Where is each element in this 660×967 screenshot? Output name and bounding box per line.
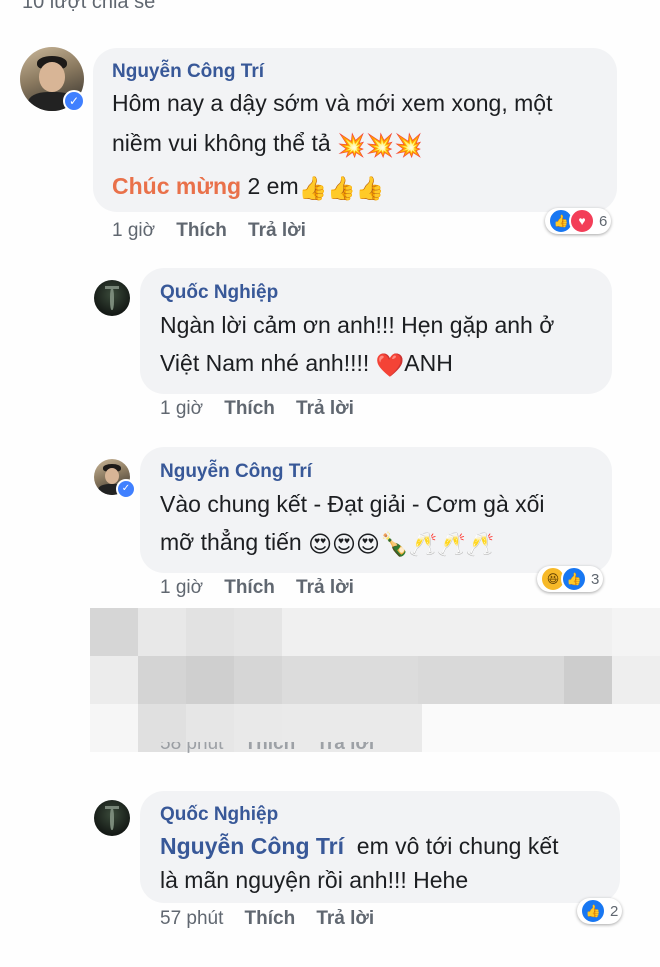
pixelated-comment — [90, 608, 660, 758]
comment-meta: 57 phút Thích Trả lời — [160, 908, 374, 930]
comment-text: Việt Nam nhé anh!!!! — [160, 350, 376, 376]
like-button[interactable]: Thích — [245, 742, 296, 754]
reply-button[interactable]: Trả lời — [316, 742, 374, 754]
comment-text-line: niềm vui không thể tả 💥💥💥 — [112, 125, 423, 164]
comment-text-line: Ngàn lời cảm ơn anh!!! Hẹn gặp anh ở — [160, 307, 554, 344]
verified-badge-icon: ✓ — [116, 479, 136, 499]
comment-meta: 58 phút Thích Trả lời — [160, 742, 374, 760]
comment-text: ANH — [404, 350, 453, 376]
comment-time[interactable]: 57 phút — [160, 908, 223, 929]
comment-text-line: Chúc mừng 2 em👍👍👍 — [112, 168, 385, 207]
reaction-summary[interactable]: 👍 2 — [577, 898, 623, 924]
heart-emoji: ❤️ — [375, 352, 405, 378]
reaction-count: 6 — [599, 212, 608, 230]
comment-text: niềm vui không thể tả — [112, 130, 331, 156]
comment-text-line: là mãn nguyện rồi anh!!! Hehe — [160, 862, 468, 899]
comment-time[interactable]: 1 giờ — [160, 398, 203, 419]
comment-text: Vào chung kết - Đạt giải - Cơm gà xối — [160, 491, 545, 517]
reply-button[interactable]: Trả lời — [296, 577, 354, 598]
like-button[interactable]: Thích — [224, 398, 275, 419]
comment-time[interactable]: 1 giờ — [160, 577, 203, 598]
comment-author[interactable]: Quốc Nghiệp — [160, 282, 278, 304]
comment-text: 2 em — [241, 173, 299, 199]
reply-button[interactable]: Trả lời — [316, 908, 374, 929]
comment-time[interactable]: 58 phút — [160, 742, 223, 754]
reply-button[interactable]: Trả lời — [248, 220, 306, 241]
comment-author[interactable]: Nguyễn Công Trí — [160, 461, 312, 483]
avatar[interactable] — [94, 800, 130, 836]
like-button[interactable]: Thích — [245, 908, 296, 929]
reaction-summary[interactable]: 👍 ♥ 6 — [545, 208, 612, 234]
verified-badge-icon: ✓ — [63, 90, 85, 112]
comment-time[interactable]: 1 giờ — [112, 220, 155, 241]
collision-emoji: 💥💥💥 — [337, 132, 423, 158]
comment-text-line: Vào chung kết - Đạt giải - Cơm gà xối — [160, 486, 545, 523]
like-reaction-icon: 👍 — [580, 898, 606, 924]
reaction-count: 2 — [610, 902, 619, 920]
comment-text-line: Việt Nam nhé anh!!!! ❤️ANH — [160, 345, 453, 384]
shares-count[interactable]: 10 lượt chia sẻ — [22, 0, 155, 14]
comment-text: là mãn nguyện rồi anh!!! Hehe — [160, 867, 469, 893]
celebration-emoji: 😍😍😍🍾🥂🥂🥂 — [308, 531, 495, 557]
like-button[interactable]: Thích — [224, 577, 275, 598]
comment-text-line: Nguyễn Công Trí em vô tới chung kết — [160, 828, 559, 865]
comment-meta: 1 giờ Thích Trả lời — [160, 398, 354, 420]
comment-text-line: mỡ thẳng tiến 😍😍😍🍾🥂🥂🥂 — [160, 524, 495, 563]
reaction-count: 3 — [591, 570, 600, 588]
comment-text: em vô tới chung kết — [344, 833, 559, 859]
like-reaction-icon: 👍 — [561, 566, 587, 592]
thumbs-up-emoji: 👍👍👍 — [298, 175, 385, 201]
reply-button[interactable]: Trả lời — [296, 398, 354, 419]
tagged-user[interactable]: Nguyễn Công Trí — [160, 833, 344, 859]
comment-meta: 1 giờ Thích Trả lời — [112, 220, 306, 242]
comment-text: Ngàn lời cảm ơn anh!!! Hẹn gặp anh ở — [160, 312, 555, 338]
comment-text: mỡ thẳng tiến — [160, 529, 309, 555]
comment-meta: 1 giờ Thích Trả lời — [160, 577, 354, 599]
comment-text-line: Hôm nay a dậy sớm và mới xem xong, một — [112, 85, 552, 122]
comment-text: Hôm nay a dậy sớm và mới xem xong, một — [112, 90, 553, 116]
comment-author[interactable]: Nguyễn Công Trí — [112, 61, 264, 83]
congrats-highlight: Chúc mừng — [112, 173, 242, 199]
avatar[interactable] — [94, 280, 130, 316]
comment-author[interactable]: Quốc Nghiệp — [160, 804, 278, 826]
love-reaction-icon: ♥ — [569, 208, 595, 234]
like-button[interactable]: Thích — [176, 220, 227, 241]
reaction-summary[interactable]: 😆 👍 3 — [537, 566, 604, 592]
